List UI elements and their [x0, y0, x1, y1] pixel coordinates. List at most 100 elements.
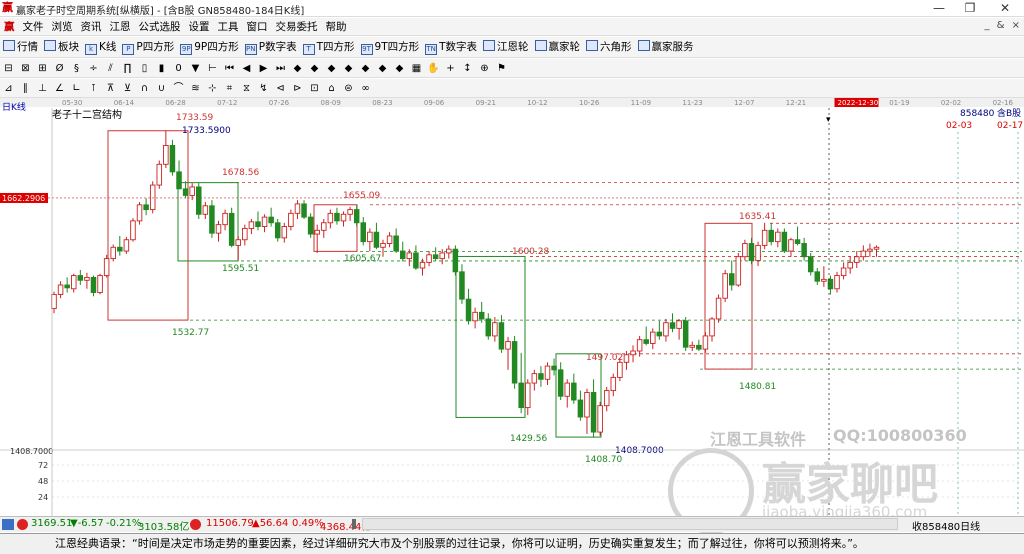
minimize-button[interactable]: —	[924, 0, 954, 16]
tb3-tool-12-icon[interactable]: ⊹	[205, 81, 220, 96]
tb2-tool-14-icon[interactable]: ◀	[239, 61, 254, 76]
tb3-tool-18-icon[interactable]: ⊡	[307, 81, 322, 96]
menu-trade[interactable]: 交易委托	[272, 18, 322, 36]
tb2-tool-19-icon[interactable]: ◆	[324, 61, 339, 76]
candle-body	[722, 273, 728, 299]
tb3-tool-1-icon[interactable]: ∥	[18, 81, 33, 96]
tb2-tool-20-icon[interactable]: ◆	[341, 61, 356, 76]
tb2-tool-7-icon[interactable]: ∏	[120, 61, 135, 76]
tb2-tool-6-icon[interactable]: ⫽	[103, 61, 118, 76]
restore-button[interactable]: ❐	[955, 0, 985, 16]
mdi-app-icon: 赢	[4, 21, 15, 33]
timeline-label: 02-02	[941, 99, 961, 107]
menu-info[interactable]: 资讯	[77, 18, 106, 36]
wheel2-icon	[534, 40, 547, 51]
tb3-tool-8-icon[interactable]: ∩	[137, 81, 152, 96]
tb2-tool-0-icon[interactable]: ⊟	[1, 61, 16, 76]
tb2-tool-18-icon[interactable]: ◆	[307, 61, 322, 76]
tb2-tool-9-icon[interactable]: ▮	[154, 61, 169, 76]
tb3-tool-16-icon[interactable]: ⊲	[273, 81, 288, 96]
toolbar-service-button[interactable]: 赢家服务	[635, 37, 697, 58]
menu-gann[interactable]: 江恩	[106, 18, 135, 36]
tb2-tool-28-icon[interactable]: ⊕	[477, 61, 492, 76]
toolbar-wheel-button[interactable]: 江恩轮	[480, 37, 532, 58]
menu-help[interactable]: 帮助	[322, 18, 351, 36]
tb3-tool-15-icon[interactable]: ↯	[256, 81, 271, 96]
tb2-tool-25-icon[interactable]: ✋	[426, 61, 441, 76]
tb3-tool-3-icon[interactable]: ∠	[52, 81, 67, 96]
tb2-tool-26-icon[interactable]: +	[443, 61, 458, 76]
tb2-tool-13-icon[interactable]: ⏮	[222, 61, 237, 76]
toolbar-grid-button[interactable]: 行情	[0, 37, 41, 58]
tb2-tool-1-icon[interactable]: ⊠	[18, 61, 33, 76]
tb3-tool-2-icon[interactable]: ⊥	[35, 81, 50, 96]
kline-chart[interactable]: 05-30 06-14 06-28 07-12 07-26 08-09 08-23 09-06…	[0, 98, 1024, 534]
tb2-tool-21-icon[interactable]: ◆	[358, 61, 373, 76]
tb3-tool-6-icon[interactable]: ⊼	[103, 81, 118, 96]
tb2-tool-24-icon[interactable]: ▦	[409, 61, 424, 76]
tb2-tool-3-icon[interactable]: Ø	[52, 61, 67, 76]
p-icon: P	[122, 44, 135, 55]
menu-tools[interactable]: 工具	[214, 18, 243, 36]
tb2-tool-12-icon[interactable]: ⊢	[205, 61, 220, 76]
candle-body	[57, 284, 64, 295]
tb3-tool-11-icon[interactable]: ≋	[188, 81, 203, 96]
candle-body	[472, 311, 478, 322]
price-annotation: 1655.09	[343, 191, 380, 201]
tb3-tool-14-icon[interactable]: ⧖	[239, 81, 254, 96]
tb3-tool-4-icon[interactable]: ∟	[69, 81, 84, 96]
status-bar: 3169.51 ▼-6.57 -0.21% 3103.58亿 11506.79 …	[0, 516, 1024, 533]
toolbar-wheel2-button[interactable]: 赢家轮	[532, 37, 584, 58]
tb2-tool-16-icon[interactable]: ⏭	[273, 61, 288, 76]
tb2-tool-11-icon[interactable]: ▼	[188, 61, 203, 76]
main-toolbar: 行情 板块 k K线 P P四方形 9P 9P四方形 PN P数字表 T T四方形 9T 9T四方形 TN T…	[0, 37, 1024, 58]
toolbar-k-button[interactable]: k K线	[82, 37, 119, 58]
status-grid-icon[interactable]	[2, 519, 14, 530]
toolbar-blocks-button[interactable]: 板块	[41, 37, 82, 58]
horizontal-scrollbar[interactable]	[362, 518, 898, 530]
tb2-tool-8-icon[interactable]: ▯	[137, 61, 152, 76]
tb3-tool-19-icon[interactable]: ⌂	[324, 81, 339, 96]
menu-browse[interactable]: 浏览	[48, 18, 77, 36]
tb3-tool-21-icon[interactable]: ∞	[358, 81, 373, 96]
watermark-line1: 江恩工具软件	[710, 430, 807, 449]
toolbar-9p-button[interactable]: 9P 9P四方形	[177, 37, 242, 58]
tb2-tool-4-icon[interactable]: §	[69, 61, 84, 76]
tb2-tool-5-icon[interactable]: ÷	[86, 61, 101, 76]
tb2-tool-10-icon[interactable]: 0	[171, 61, 186, 76]
candle-body	[709, 318, 715, 337]
tb3-tool-17-icon[interactable]: ⊳	[290, 81, 305, 96]
tb2-tool-2-icon[interactable]: ⊞	[35, 61, 50, 76]
candle-body	[321, 222, 327, 231]
scroll-left-icon[interactable]	[352, 519, 360, 529]
timeline-label: 08-23	[372, 99, 392, 107]
price-annotation: 1595.51	[222, 264, 259, 274]
candle-body	[643, 339, 649, 344]
tb2-tool-27-icon[interactable]: ↕	[460, 61, 475, 76]
tb3-tool-20-icon[interactable]: ⊜	[341, 81, 356, 96]
toolbar-p-button[interactable]: P P四方形	[119, 37, 177, 58]
toolbar-tn-button[interactable]: TN T数字表	[422, 37, 480, 58]
close-button[interactable]: ✕	[990, 0, 1020, 16]
tb3-tool-10-icon[interactable]: ⌒	[171, 81, 186, 96]
toolbar-t-button[interactable]: T T四方形	[300, 37, 358, 58]
mdi-controls[interactable]: _ & ×	[984, 20, 1022, 31]
tb3-tool-13-icon[interactable]: ⌗	[222, 81, 237, 96]
menu-file[interactable]: 文件	[19, 18, 48, 36]
tb2-tool-17-icon[interactable]: ◆	[290, 61, 305, 76]
tb3-tool-9-icon[interactable]: ∪	[154, 81, 169, 96]
toolbar-9t-button[interactable]: 9T 9T四方形	[358, 37, 423, 58]
tb3-tool-5-icon[interactable]: ⊺	[86, 81, 101, 96]
tools-toolbar: ⊿ ∥ ⊥ ∠ ∟ ⊺ ⊼ ⊻ ∩ ∪ ⌒ ≋ ⊹ ⌗ ⧖ ↯ ⊲ ⊳ ⊡ ⌂ ⊜ ∞	[0, 79, 1024, 98]
menu-window[interactable]: 窗口	[243, 18, 272, 36]
tb2-tool-15-icon[interactable]: ▶	[256, 61, 271, 76]
toolbar-hex-button[interactable]: 六角形	[583, 37, 635, 58]
tb2-tool-23-icon[interactable]: ◆	[392, 61, 407, 76]
tb2-tool-22-icon[interactable]: ◆	[375, 61, 390, 76]
toolbar-pn-button[interactable]: PN P数字表	[242, 37, 300, 58]
tb2-tool-29-icon[interactable]: ⚑	[494, 61, 509, 76]
tb3-tool-7-icon[interactable]: ⊻	[120, 81, 135, 96]
tb3-tool-0-icon[interactable]: ⊿	[1, 81, 16, 96]
menu-settings[interactable]: 设置	[185, 18, 214, 36]
menu-formula[interactable]: 公式选股	[135, 18, 185, 36]
